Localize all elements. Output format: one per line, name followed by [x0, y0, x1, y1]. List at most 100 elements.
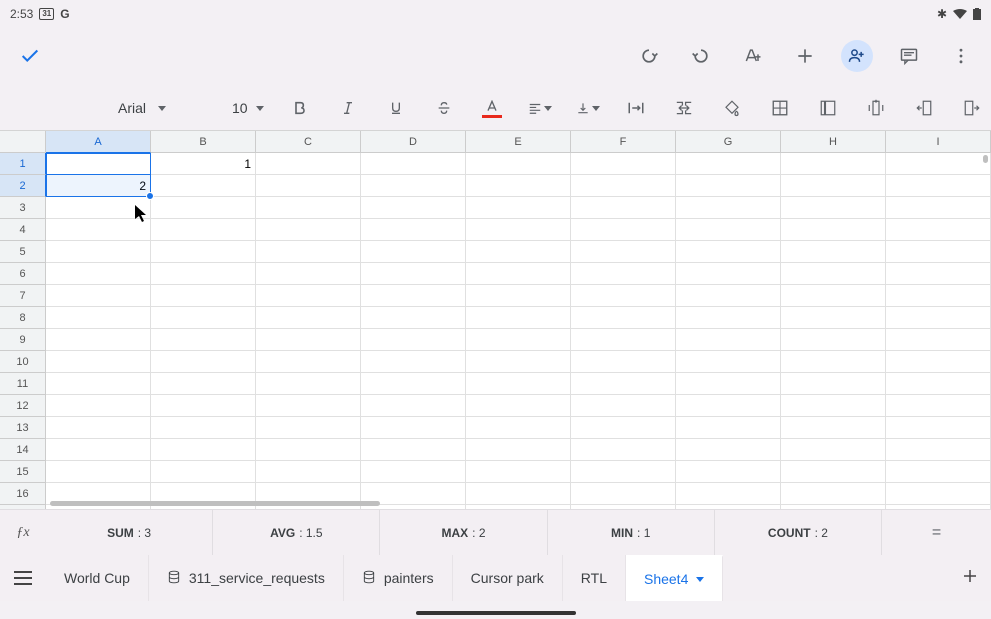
row-header-4[interactable]: 4: [0, 219, 46, 241]
cell-I2[interactable]: [886, 175, 991, 197]
cell-C7[interactable]: [256, 285, 361, 307]
cell-D8[interactable]: [361, 307, 466, 329]
cell-E15[interactable]: [466, 461, 571, 483]
cell-B8[interactable]: [151, 307, 256, 329]
cell-C15[interactable]: [256, 461, 361, 483]
cell-B4[interactable]: [151, 219, 256, 241]
font-size-select[interactable]: 10: [232, 100, 264, 116]
merge-cells-button[interactable]: [672, 100, 696, 116]
sheet-tab-rtl[interactable]: RTL: [563, 555, 626, 601]
cell-E10[interactable]: [466, 351, 571, 373]
cell-I1[interactable]: [886, 153, 991, 175]
cell-G13[interactable]: [676, 417, 781, 439]
cell-G2[interactable]: [676, 175, 781, 197]
freeze-button[interactable]: [816, 99, 840, 117]
cell-H2[interactable]: [781, 175, 886, 197]
col-header-B[interactable]: B: [151, 131, 256, 153]
cell-F13[interactable]: [571, 417, 676, 439]
cell-D6[interactable]: [361, 263, 466, 285]
cell-F4[interactable]: [571, 219, 676, 241]
row-header-3[interactable]: 3: [0, 197, 46, 219]
cell-E9[interactable]: [466, 329, 571, 351]
cell-C10[interactable]: [256, 351, 361, 373]
cell-B7[interactable]: [151, 285, 256, 307]
cell-H7[interactable]: [781, 285, 886, 307]
cell-H8[interactable]: [781, 307, 886, 329]
underline-button[interactable]: [384, 100, 408, 116]
cell-F2[interactable]: [571, 175, 676, 197]
cell-I3[interactable]: [886, 197, 991, 219]
row-header-5[interactable]: 5: [0, 241, 46, 263]
cell-I6[interactable]: [886, 263, 991, 285]
bold-button[interactable]: [288, 100, 312, 116]
cell-E3[interactable]: [466, 197, 571, 219]
cell-D2[interactable]: [361, 175, 466, 197]
cell-E4[interactable]: [466, 219, 571, 241]
cell-H9[interactable]: [781, 329, 886, 351]
insert-left-button[interactable]: [912, 99, 936, 117]
cell-F7[interactable]: [571, 285, 676, 307]
horizontal-align-button[interactable]: [528, 100, 552, 116]
cell-A8[interactable]: [46, 307, 151, 329]
cell-I11[interactable]: [886, 373, 991, 395]
cell-B15[interactable]: [151, 461, 256, 483]
sheet-tab-world-cup[interactable]: World Cup: [46, 555, 149, 601]
insert-button[interactable]: [789, 40, 821, 72]
cell-E12[interactable]: [466, 395, 571, 417]
stat-min[interactable]: MIN: 1: [547, 510, 714, 555]
cell-G11[interactable]: [676, 373, 781, 395]
cell-G4[interactable]: [676, 219, 781, 241]
row-header-7[interactable]: 7: [0, 285, 46, 307]
cell-C6[interactable]: [256, 263, 361, 285]
cell-B13[interactable]: [151, 417, 256, 439]
cell-I15[interactable]: [886, 461, 991, 483]
cell-A9[interactable]: [46, 329, 151, 351]
text-color-button[interactable]: [480, 100, 504, 116]
cell-C3[interactable]: [256, 197, 361, 219]
cell-H4[interactable]: [781, 219, 886, 241]
cell-F1[interactable]: [571, 153, 676, 175]
cell-A7[interactable]: [46, 285, 151, 307]
cell-F3[interactable]: [571, 197, 676, 219]
cell-C2[interactable]: [256, 175, 361, 197]
row-header-14[interactable]: 14: [0, 439, 46, 461]
row-header-8[interactable]: 8: [0, 307, 46, 329]
cell-C12[interactable]: [256, 395, 361, 417]
cell-D3[interactable]: [361, 197, 466, 219]
cell-B11[interactable]: [151, 373, 256, 395]
cell-H13[interactable]: [781, 417, 886, 439]
row-header-2[interactable]: 2: [0, 175, 46, 197]
undo-button[interactable]: [633, 40, 665, 72]
cell-A12[interactable]: [46, 395, 151, 417]
select-all-corner[interactable]: [0, 131, 46, 153]
all-sheets-button[interactable]: [0, 571, 46, 585]
cell-F9[interactable]: [571, 329, 676, 351]
horizontal-scrollbar[interactable]: [50, 501, 380, 506]
cell-E8[interactable]: [466, 307, 571, 329]
row-header-13[interactable]: 13: [0, 417, 46, 439]
cell-C4[interactable]: [256, 219, 361, 241]
cell-D5[interactable]: [361, 241, 466, 263]
share-button[interactable]: [841, 40, 873, 72]
cell-F10[interactable]: [571, 351, 676, 373]
row-header-6[interactable]: 6: [0, 263, 46, 285]
cell-A6[interactable]: [46, 263, 151, 285]
cell-C11[interactable]: [256, 373, 361, 395]
col-header-F[interactable]: F: [571, 131, 676, 153]
italic-button[interactable]: [336, 100, 360, 116]
cell-D4[interactable]: [361, 219, 466, 241]
col-header-I[interactable]: I: [886, 131, 991, 153]
cell-E16[interactable]: [466, 483, 571, 505]
cell-F14[interactable]: [571, 439, 676, 461]
text-format-button[interactable]: [737, 40, 769, 72]
col-header-A[interactable]: A: [46, 131, 151, 153]
cell-H10[interactable]: [781, 351, 886, 373]
cell-I10[interactable]: [886, 351, 991, 373]
cell-I12[interactable]: [886, 395, 991, 417]
cell-E1[interactable]: [466, 153, 571, 175]
cell-E2[interactable]: [466, 175, 571, 197]
cell-H5[interactable]: [781, 241, 886, 263]
cell-A14[interactable]: [46, 439, 151, 461]
cell-I14[interactable]: [886, 439, 991, 461]
sheet-tab-cursor-park[interactable]: Cursor park: [453, 555, 563, 601]
